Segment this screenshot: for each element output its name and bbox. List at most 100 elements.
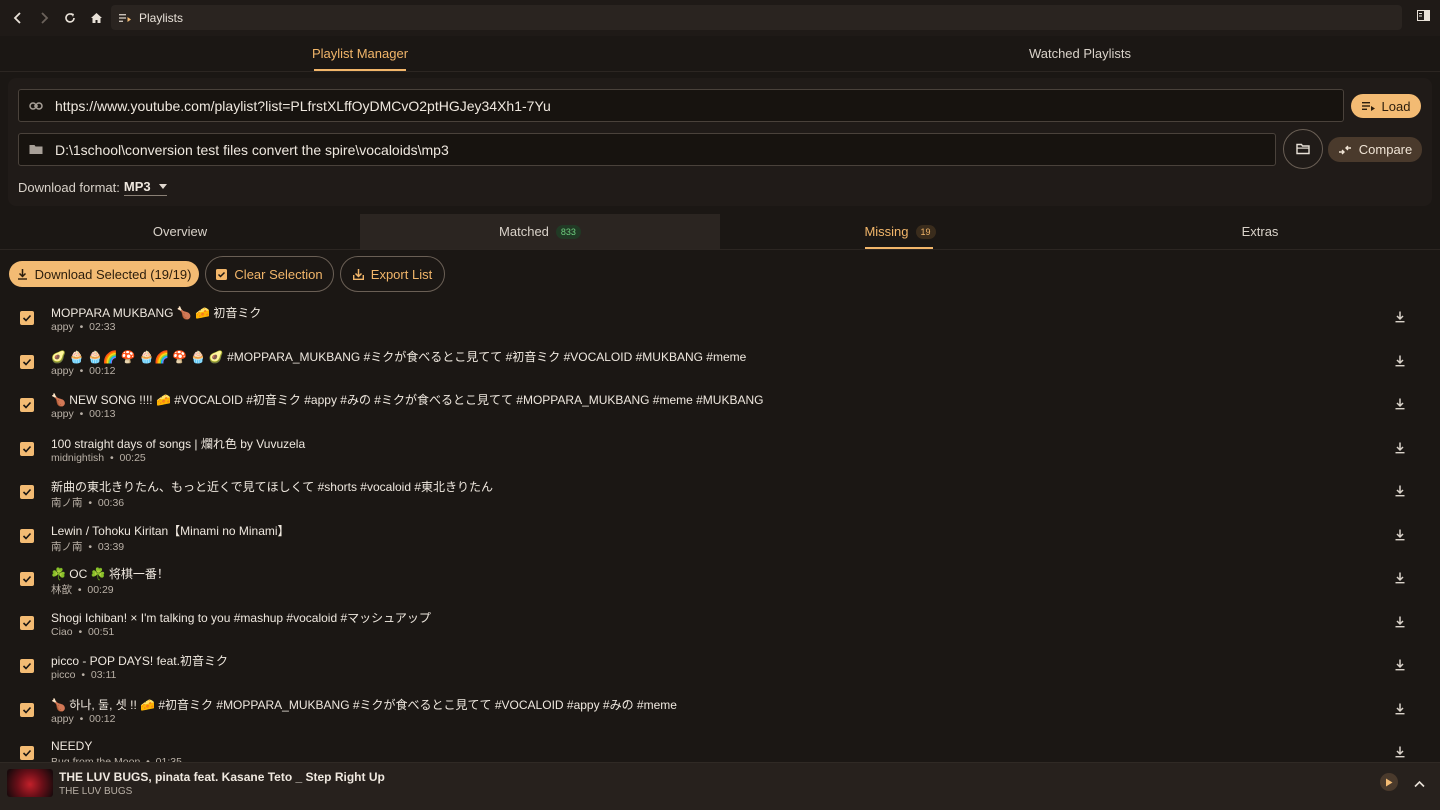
nav-buttons [5, 5, 109, 31]
track-download-button[interactable] [1394, 311, 1408, 325]
track-meta: Ciao • 00:51 [51, 626, 114, 638]
track-title: Lewin / Tohoku Kiritan【Minami no Minami】 [51, 523, 290, 538]
check-icon [22, 358, 32, 366]
track-row[interactable]: 🍗 하나, 둘, 셋 !! 🧀 #初音ミク #MOPPARA_MUKBANG #… [0, 692, 1440, 736]
track-duration: 00:51 [87, 625, 115, 638]
tab-label: Watched Playlists [1028, 46, 1132, 61]
track-checkbox[interactable] [20, 528, 34, 543]
check-icon [22, 706, 32, 714]
track-row[interactable]: 🍗 NEW SONG !!!! 🧀 #VOCALOID #初音ミク #appy … [0, 387, 1440, 431]
track-checkbox[interactable] [20, 702, 34, 717]
download-icon [1395, 746, 1405, 758]
track-checkbox[interactable] [20, 485, 34, 499]
export-list-button[interactable]: Export List [340, 256, 445, 292]
download-icon [1395, 572, 1405, 584]
tab-matched[interactable]: Matched 833 [360, 214, 720, 249]
compare-label: Compare [1358, 142, 1413, 157]
track-checkbox[interactable] [20, 615, 34, 630]
track-download-button[interactable] [1394, 442, 1408, 456]
tab-overview[interactable]: Overview [0, 214, 360, 249]
track-download-button[interactable] [1394, 485, 1408, 499]
track-artist: appy [51, 408, 74, 420]
download-folder-input[interactable]: D:\1school\conversion test files convert… [18, 133, 1276, 166]
download-icon [1395, 442, 1405, 453]
track-row[interactable]: picco - POP DAYS! feat.初音ミク picco • 03:11 [0, 648, 1440, 692]
track-duration: 00:13 [89, 408, 116, 420]
track-meta: appy • 00:13 [51, 408, 115, 420]
download-icon [1395, 311, 1405, 323]
compare-button[interactable]: Compare [1328, 137, 1422, 162]
result-tabs: Overview Matched 833 Missing 19 Extras [0, 214, 1440, 250]
track-title: MOPPARA MUKBANG 🍗 🧀 初音ミク [51, 306, 262, 320]
refresh-icon [65, 13, 75, 23]
check-icon [22, 619, 32, 627]
playlist-url-input[interactable]: https://www.youtube.com/playlist?list=PL… [18, 89, 1344, 122]
track-duration: 00:12 [89, 364, 116, 377]
check-icon [22, 314, 32, 322]
track-checkbox[interactable] [20, 311, 34, 325]
track-row[interactable]: 100 straight days of songs | 爛れ色 by Vuvu… [0, 431, 1440, 475]
download-icon [1395, 703, 1405, 714]
track-checkbox[interactable] [20, 441, 34, 456]
tab-watched-playlists[interactable]: Watched Playlists [720, 36, 1440, 71]
tab-extras[interactable]: Extras [1080, 214, 1440, 249]
track-title: 🥑 🧁 🧁🌈 🍄 🧁🌈 🍄 🧁 🥑 #MOPPARA_MUKBANG #ミクが食… [51, 349, 747, 364]
track-checkbox[interactable] [20, 354, 34, 369]
sidebar-toggle-button[interactable] [1417, 9, 1430, 24]
home-button[interactable] [83, 5, 109, 31]
track-checkbox[interactable] [20, 572, 34, 586]
play-button[interactable] [1380, 773, 1398, 791]
track-download-button[interactable] [1394, 746, 1408, 760]
track-download-button[interactable] [1394, 703, 1408, 717]
playlist-add-icon [1361, 102, 1375, 111]
tab-missing[interactable]: Missing 19 [720, 214, 1080, 249]
track-title: 🍗 NEW SONG !!!! 🧀 #VOCALOID #初音ミク #appy … [51, 393, 764, 407]
track-row[interactable]: Shogi Ichiban! × I'm talking to you #mas… [0, 605, 1440, 649]
download-folder-value: D:\1school\conversion test files convert… [55, 141, 449, 158]
check-icon [22, 749, 32, 757]
track-duration: 00:25 [119, 451, 146, 464]
back-button[interactable] [5, 5, 31, 31]
track-duration: 02:33 [89, 321, 116, 333]
track-artist: appy [51, 712, 74, 725]
track-row[interactable]: ☘️ OC ☘️ 将棋一番！ 林歆 • 00:29 [0, 561, 1440, 605]
clear-selection-button[interactable]: Clear Selection [205, 256, 334, 292]
track-download-button[interactable] [1394, 398, 1408, 412]
track-row[interactable]: Lewin / Tohoku Kiritan【Minami no Minami】… [0, 518, 1440, 562]
track-checkbox[interactable] [20, 746, 34, 760]
track-download-button[interactable] [1394, 659, 1408, 673]
track-download-button[interactable] [1394, 355, 1408, 369]
refresh-button[interactable] [57, 5, 83, 31]
album-thumbnail [7, 769, 53, 797]
track-title: picco - POP DAYS! feat.初音ミク [51, 654, 228, 668]
browse-folder-button[interactable] [1283, 129, 1323, 169]
download-icon [1395, 659, 1405, 671]
tab-label: Matched [499, 224, 549, 239]
download-selected-button[interactable]: Download Selected (19/19) [9, 261, 199, 287]
download-format-select[interactable]: MP3 [123, 179, 167, 196]
missing-count-badge: 19 [915, 224, 936, 239]
track-download-button[interactable] [1394, 616, 1408, 630]
matched-count-badge: 833 [555, 224, 581, 239]
track-title: 🍗 하나, 둘, 셋 !! 🧀 #初音ミク #MOPPARA_MUKBANG #… [51, 697, 677, 712]
track-title: 新曲の東北きりたん、もっと近くで見てほしくて #shorts #vocaloid… [51, 480, 494, 494]
forward-button[interactable] [31, 5, 57, 31]
load-button[interactable]: Load [1351, 94, 1421, 118]
track-artist: 南ノ南 [51, 497, 83, 509]
track-checkbox[interactable] [20, 398, 34, 412]
expand-player-button[interactable] [1414, 776, 1425, 791]
track-download-button[interactable] [1394, 572, 1408, 586]
track-row[interactable]: MOPPARA MUKBANG 🍗 🧀 初音ミク appy • 02:33 [0, 300, 1440, 344]
address-bar[interactable]: Playlists [111, 5, 1402, 30]
track-row[interactable]: 🥑 🧁 🧁🌈 🍄 🧁🌈 🍄 🧁 🥑 #MOPPARA_MUKBANG #ミクが食… [0, 344, 1440, 388]
track-row[interactable]: NEEDY Bug from the Moon • 01:35 [0, 735, 1440, 762]
separator-dot: • [82, 540, 98, 553]
track-checkbox[interactable] [20, 659, 34, 673]
track-download-button[interactable] [1394, 529, 1408, 543]
export-icon [352, 268, 364, 280]
playlist-url-value: https://www.youtube.com/playlist?list=PL… [55, 97, 551, 114]
load-label: Load [1381, 98, 1411, 114]
tab-playlist-manager[interactable]: Playlist Manager [0, 36, 720, 71]
check-icon [22, 445, 32, 453]
track-row[interactable]: 新曲の東北きりたん、もっと近くで見てほしくて #shorts #vocaloid… [0, 474, 1440, 518]
